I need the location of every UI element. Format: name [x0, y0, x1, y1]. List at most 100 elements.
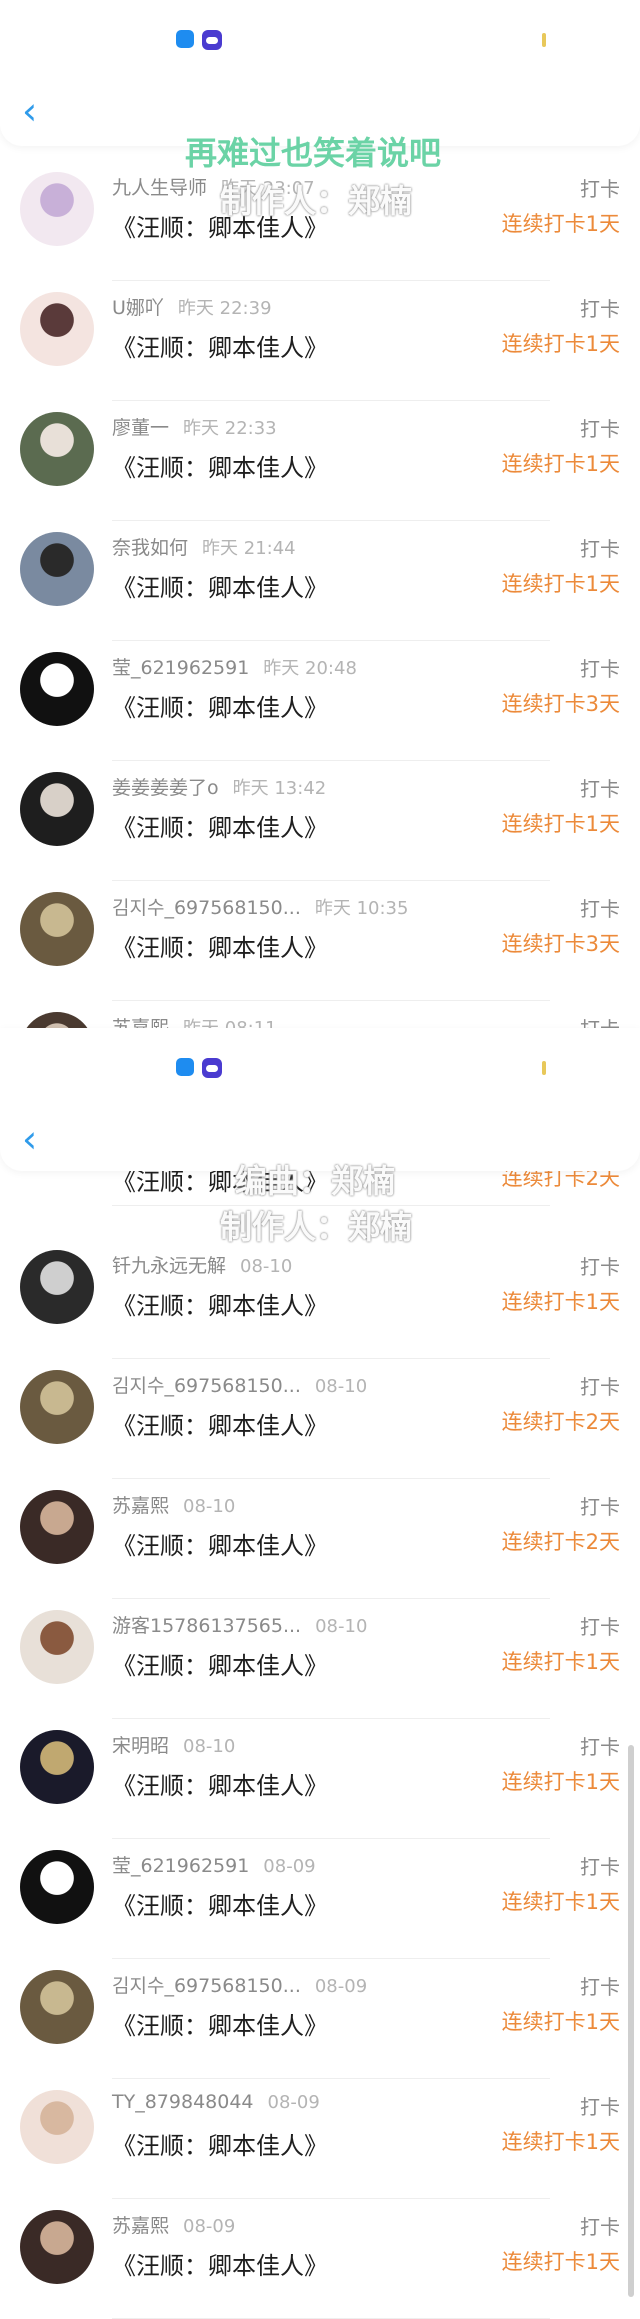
avatar[interactable]: [20, 1370, 94, 1444]
avatar[interactable]: [20, 1970, 94, 2044]
streak-label: 连续打卡1天: [501, 452, 620, 476]
item-title: 《汪顺：卿本佳人》: [112, 454, 328, 482]
user-name[interactable]: 김지수_697568150... 08-10: [112, 1371, 367, 1398]
status-mark-icon: [542, 33, 546, 47]
status-mark-icon: [542, 1061, 546, 1075]
user-name[interactable]: 莹_621962591 08-09: [112, 1851, 316, 1878]
item-title: 《汪顺：卿本佳人》: [112, 2132, 328, 2160]
user-name[interactable]: 钎九永远无解 08-10: [112, 1251, 292, 1278]
list-item[interactable]: 姜姜姜姜了o 昨天 13:42 《汪顺：卿本佳人》 打卡连续打卡1天: [0, 760, 640, 881]
avatar[interactable]: [20, 772, 94, 846]
list-item[interactable]: 莹_621962591 08-09 《汪顺：卿本佳人》 打卡 连续打卡1天: [0, 1838, 640, 1959]
list-item[interactable]: 游客15786137565... 08-10 《汪顺：卿本佳人》 打卡 连续打卡1天: [0, 1598, 640, 1719]
producer-credit: 制作人：郑楠: [220, 182, 413, 220]
item-title: 《汪顺：卿本佳人》: [112, 1292, 328, 1320]
list-item[interactable]: 김지수_697568150... 08-10 《汪顺：卿本佳人》 打卡 连续打卡2天: [0, 1358, 640, 1479]
post-time: 08-09: [314, 1976, 368, 1997]
post-time: 08-10: [240, 1256, 293, 1277]
streak-label: 连续打卡1天: [501, 2010, 620, 2034]
user-name[interactable]: 游客15786137565... 08-10: [112, 1611, 367, 1638]
avatar[interactable]: [20, 892, 94, 966]
avatar[interactable]: [20, 652, 94, 726]
checkin-tag: 打卡: [580, 297, 620, 321]
user-name[interactable]: 宋明昭 08-10: [112, 1731, 235, 1758]
item-title: 《汪顺：卿本佳人》: [112, 574, 328, 602]
checkin-tag: 打卡: [580, 1375, 620, 1399]
user-name[interactable]: 苏嘉熙 08-09: [112, 2211, 235, 2238]
item-title: 《汪顺：卿本佳人》: [112, 814, 328, 842]
checkin-tag: 打卡: [580, 897, 620, 921]
avatar[interactable]: [20, 532, 94, 606]
item-title: 《汪顺：卿本佳人》: [112, 694, 328, 722]
status-icons: [176, 30, 222, 50]
chevron-left-icon[interactable]: ‹: [22, 1120, 37, 1158]
blue-app-icon: [176, 30, 194, 48]
avatar[interactable]: [20, 1610, 94, 1684]
post-time: 昨天 22:33: [183, 418, 277, 439]
item-title: 《汪顺：卿本佳人》: [112, 1532, 328, 1560]
post-time: 昨天 20:48: [263, 658, 357, 679]
user-name[interactable]: 苏嘉熙 08-10: [112, 1491, 235, 1518]
avatar[interactable]: [20, 172, 94, 246]
list-item[interactable]: 廖董一 昨天 22:33 《汪顺：卿本佳人》 打卡连续打卡1天: [0, 400, 640, 521]
post-time: 昨天 21:44: [202, 538, 296, 559]
checkin-tag: 打卡: [580, 657, 620, 681]
avatar[interactable]: [20, 1730, 94, 1804]
purple-cloud-icon: [202, 30, 222, 50]
checkin-tag: 打卡: [580, 2215, 620, 2239]
chevron-left-icon[interactable]: ‹: [22, 92, 37, 130]
user-name[interactable]: 김지수_697568150... 08-09: [112, 1971, 367, 1998]
avatar[interactable]: [20, 412, 94, 486]
producer-credit: 制作人：郑楠: [220, 1208, 413, 1246]
avatar[interactable]: [20, 1490, 94, 1564]
streak-label: 连续打卡1天: [501, 332, 620, 356]
avatar[interactable]: [20, 2210, 94, 2284]
list-item[interactable]: 钎九永远无解 08-10 《汪顺：卿本佳人》 打卡 连续打卡1天: [0, 1238, 640, 1359]
streak-label: 连续打卡1天: [501, 1770, 620, 1794]
avatar[interactable]: [20, 1250, 94, 1324]
checkin-tag: 打卡: [580, 417, 620, 441]
avatar[interactable]: [20, 2090, 94, 2164]
checkin-tag: 打卡: [580, 177, 620, 201]
list-item[interactable]: 김지수_697568150... 08-09 《汪顺：卿本佳人》 打卡 连续打卡1天: [0, 1958, 640, 2079]
item-title: 《汪顺：卿本佳人》: [112, 1652, 328, 1680]
user-name[interactable]: TY_879848044 08-09: [112, 2091, 320, 2113]
streak-label: 连续打卡1天: [501, 572, 620, 596]
status-icons: [176, 1058, 222, 1078]
checkin-tag: 打卡: [580, 1735, 620, 1759]
user-name[interactable]: U娜吖 昨天 22:39: [112, 293, 272, 320]
list-item[interactable]: 莹_621962591 昨天 20:48 《汪顺：卿本佳人》 打卡 连续打卡3天: [0, 640, 640, 761]
list-item[interactable]: TY_879848044 08-09 《汪顺：卿本佳人》 打卡 连续打卡1天: [0, 2078, 640, 2199]
streak-label: 连续打卡3天: [501, 932, 620, 956]
list-item[interactable]: 김지수_697568150... 昨天 10:35 《汪顺：卿本佳人》 打卡 连续打卡3…: [0, 880, 640, 1001]
list-item[interactable]: 奈我如何 昨天 21:44 《汪顺：卿本佳人》 打卡 连续打卡1天: [0, 520, 640, 641]
post-time: 08-09: [267, 2092, 320, 2113]
streak-label: 连续打卡1天: [501, 212, 620, 236]
user-name[interactable]: 莹_621962591 昨天 20:48: [112, 653, 357, 680]
user-name[interactable]: 姜姜姜姜了o 昨天 13:42: [112, 773, 326, 800]
post-time: 08-10: [183, 1736, 236, 1757]
checkin-tag: 打卡: [580, 777, 620, 801]
user-name[interactable]: 廖董一 昨天 22:33: [112, 413, 277, 440]
post-time: 08-10: [314, 1376, 368, 1397]
scrollbar[interactable]: [628, 1745, 634, 2297]
list-item[interactable]: 苏嘉熙 08-10 《汪顺：卿本佳人》 打卡 连续打卡2天: [0, 1478, 640, 1599]
streak-label: 连续打卡1天: [501, 812, 620, 836]
user-name[interactable]: 김지수_697568150... 昨天 10:35: [112, 893, 408, 920]
avatar[interactable]: [20, 1850, 94, 1924]
post-time: 08-09: [263, 1856, 316, 1877]
item-title: 《汪顺：卿本佳人》: [112, 334, 328, 362]
list-item[interactable]: 苏嘉熙 08-09 《汪顺：卿本佳人》 打卡 连续打卡1天: [0, 2198, 640, 2319]
post-time: 08-10: [315, 1616, 368, 1637]
list-item[interactable]: U娜吖 昨天 22:39 《汪顺：卿本佳人》 打卡连续打卡1天: [0, 280, 640, 401]
streak-label: 连续打卡1天: [501, 1650, 620, 1674]
streak-label: 连续打卡1天: [501, 1890, 620, 1914]
list-item[interactable]: 宋明昭 08-10 《汪顺：卿本佳人》 打卡 连续打卡1天: [0, 1718, 640, 1839]
avatar[interactable]: [20, 292, 94, 366]
user-name[interactable]: 奈我如何 昨天 21:44: [112, 533, 296, 560]
streak-label: 连续打卡1天: [501, 2130, 620, 2154]
second-header: ‹: [0, 1028, 640, 1171]
blue-app-icon: [176, 1058, 194, 1076]
post-time: 08-10: [183, 1496, 236, 1517]
item-title: 《汪顺：卿本佳人》: [112, 1892, 328, 1920]
